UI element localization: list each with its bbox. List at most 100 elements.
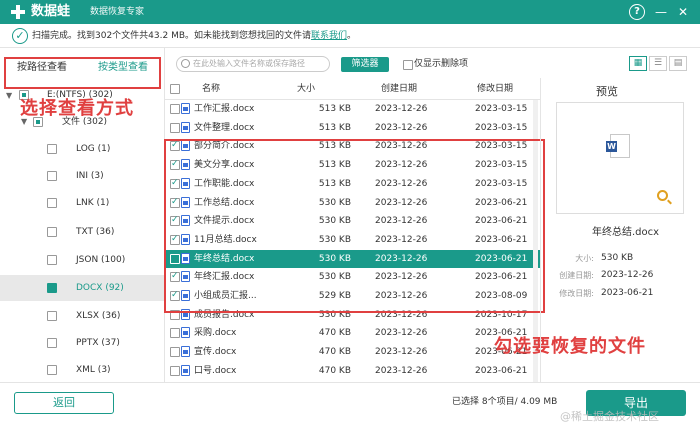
table-row[interactable]: 工作汇报.docx 513 KB 2023-12-26 2023-03-15 — [165, 100, 540, 118]
filter-button[interactable]: 筛选器 — [341, 57, 389, 72]
tree-item-json[interactable]: JSON (100) — [0, 247, 164, 273]
tree-item-xlsx[interactable]: XLSX (36) — [0, 303, 164, 329]
file-name: 宣传.docx — [194, 347, 237, 358]
docx-file-icon — [181, 327, 190, 339]
tree-item-txt[interactable]: TXT (36) — [0, 219, 164, 245]
help-icon[interactable]: ? — [629, 4, 645, 20]
created-date: 2023-12-26 — [375, 104, 428, 114]
scan-status-text: 扫描完成。找到302个文件共43.2 MB。如未能找到您想找回的文件请联系我们。 — [32, 31, 356, 42]
app-name: 数据蛙 — [31, 4, 71, 19]
back-button[interactable]: 返回 — [14, 392, 114, 414]
column-modified[interactable]: 修改日期 — [477, 83, 513, 95]
check-circle-icon: ✓ — [12, 28, 28, 44]
scan-status-message: 扫描完成。找到302个文件共43.2 MB。如未能找到您想找回的文件请 — [32, 31, 312, 41]
tree-item-label: INI (3) — [76, 171, 104, 181]
file-size: 470 KB — [318, 347, 351, 358]
created-date: 2023-12-26 — [375, 328, 428, 339]
word-icon: W — [606, 141, 617, 152]
expand-arrow-icon[interactable]: ▼ — [6, 91, 12, 100]
modified-date: 2023-03-15 — [475, 122, 528, 133]
scan-status-end: 。 — [347, 31, 357, 41]
tree-item-label: TXT (36) — [76, 227, 115, 237]
tree-item-log[interactable]: LOG (1) — [0, 136, 164, 162]
row-checkbox[interactable] — [170, 104, 180, 114]
preview-size: 530 KB — [601, 253, 634, 263]
only-deleted-label[interactable]: 仅显示删除项 — [414, 59, 468, 70]
column-size[interactable]: 大小 — [297, 83, 315, 95]
created-date: 2023-12-26 — [375, 347, 428, 358]
list-view-icon[interactable]: ☰ — [649, 56, 667, 71]
preview-modified-label: 修改日期: — [559, 289, 594, 298]
watermark: @稀土掘金技术社区 — [560, 410, 659, 423]
tree-item-pptx[interactable]: PPTX (37) — [0, 330, 164, 356]
tree-item-lnk[interactable]: LNK (1) — [0, 190, 164, 216]
tree-item-label: LOG (1) — [76, 144, 111, 154]
magnifier-icon[interactable] — [657, 190, 668, 201]
tree-item-docx[interactable]: DOCX (92) — [0, 275, 164, 301]
row-checkbox[interactable] — [170, 328, 180, 339]
checkbox[interactable] — [47, 365, 57, 375]
checkbox[interactable] — [47, 144, 57, 154]
tree-item-ini[interactable]: INI (3) — [0, 163, 164, 189]
preview-created: 2023-12-26 — [601, 270, 654, 280]
search-icon — [181, 59, 190, 68]
checked-files-highlight — [164, 139, 545, 313]
docx-file-icon — [181, 346, 190, 358]
preview-modified: 2023-06-21 — [601, 288, 654, 298]
contact-us-link[interactable]: 联系我们 — [311, 31, 347, 41]
select-all-checkbox[interactable] — [170, 84, 180, 94]
only-deleted-checkbox[interactable] — [403, 60, 413, 70]
detail-view-icon[interactable]: ▤ — [669, 56, 687, 71]
preview-file-name: 年终总结.docx — [592, 227, 660, 238]
file-name: 文件整理.docx — [194, 122, 255, 133]
checkbox[interactable] — [47, 311, 57, 321]
row-checkbox[interactable] — [170, 347, 180, 358]
tab-by-type[interactable]: 按类型查看 — [98, 62, 148, 74]
close-button[interactable]: ✕ — [675, 4, 691, 20]
modified-date: 2023-03-15 — [475, 104, 528, 114]
preview-size-label: 大小: — [575, 254, 594, 263]
checkbox[interactable] — [47, 198, 57, 208]
row-checkbox[interactable] — [170, 122, 180, 133]
app-subtitle: 数据恢复专家 — [90, 7, 145, 17]
table-row[interactable]: 宣传.docx 470 KB 2023-12-26 2023-06-21 — [165, 343, 540, 361]
table-row[interactable]: 文件整理.docx 513 KB 2023-12-26 2023-03-15 — [165, 119, 540, 137]
tree-item-label: DOCX (92) — [76, 283, 124, 293]
file-name: 采购.docx — [194, 328, 237, 339]
file-name: 工作汇报.docx — [194, 104, 255, 114]
search-input[interactable]: 在此处输入文件名称或保存路径 — [176, 56, 330, 72]
created-date: 2023-12-26 — [375, 365, 428, 376]
tree-item-label: JSON (100) — [76, 255, 126, 265]
docx-file-icon — [181, 121, 190, 133]
docx-file-icon — [181, 364, 190, 376]
modified-date: 2023-06-21 — [475, 365, 528, 376]
file-size: 513 KB — [318, 122, 351, 133]
checkbox[interactable] — [47, 255, 57, 265]
tree-item-label: LNK (1) — [76, 198, 110, 208]
preview-title: 预览 — [596, 85, 618, 98]
app-logo-icon — [11, 5, 25, 19]
table-row[interactable]: 口号.docx 470 KB 2023-12-26 2023-06-21 — [165, 362, 540, 380]
file-size: 470 KB — [318, 365, 351, 376]
preview-created-label: 创建日期: — [559, 271, 594, 280]
annotation-view-mode: 选择查看方式 — [20, 98, 134, 119]
column-created[interactable]: 创建日期 — [381, 83, 417, 95]
file-size: 470 KB — [318, 328, 351, 339]
tree-item-label: XML (3) — [76, 365, 111, 375]
table-row[interactable]: 采购.docx 470 KB 2023-12-26 2023-06-21 — [165, 324, 540, 342]
tab-by-path[interactable]: 按路径查看 — [17, 62, 67, 74]
checkbox[interactable] — [47, 227, 57, 237]
selection-info: 已选择 8个项目/ 4.09 MB — [452, 397, 558, 407]
tree-item-label: PPTX (37) — [76, 338, 120, 348]
checkbox[interactable] — [47, 338, 57, 348]
created-date: 2023-12-26 — [375, 122, 428, 133]
checkbox[interactable] — [47, 171, 57, 181]
tree-item-label: XLSX (36) — [76, 311, 121, 321]
minimize-button[interactable]: — — [653, 4, 669, 20]
checkbox[interactable] — [47, 283, 57, 293]
column-name[interactable]: 名称 — [202, 83, 220, 95]
title-bar: 数据蛙 数据恢复专家 ? — ✕ — [0, 0, 700, 24]
tree-item-xml[interactable]: XML (3) — [0, 357, 164, 383]
grid-view-icon[interactable]: ▦ — [629, 56, 647, 71]
row-checkbox[interactable] — [170, 365, 180, 376]
